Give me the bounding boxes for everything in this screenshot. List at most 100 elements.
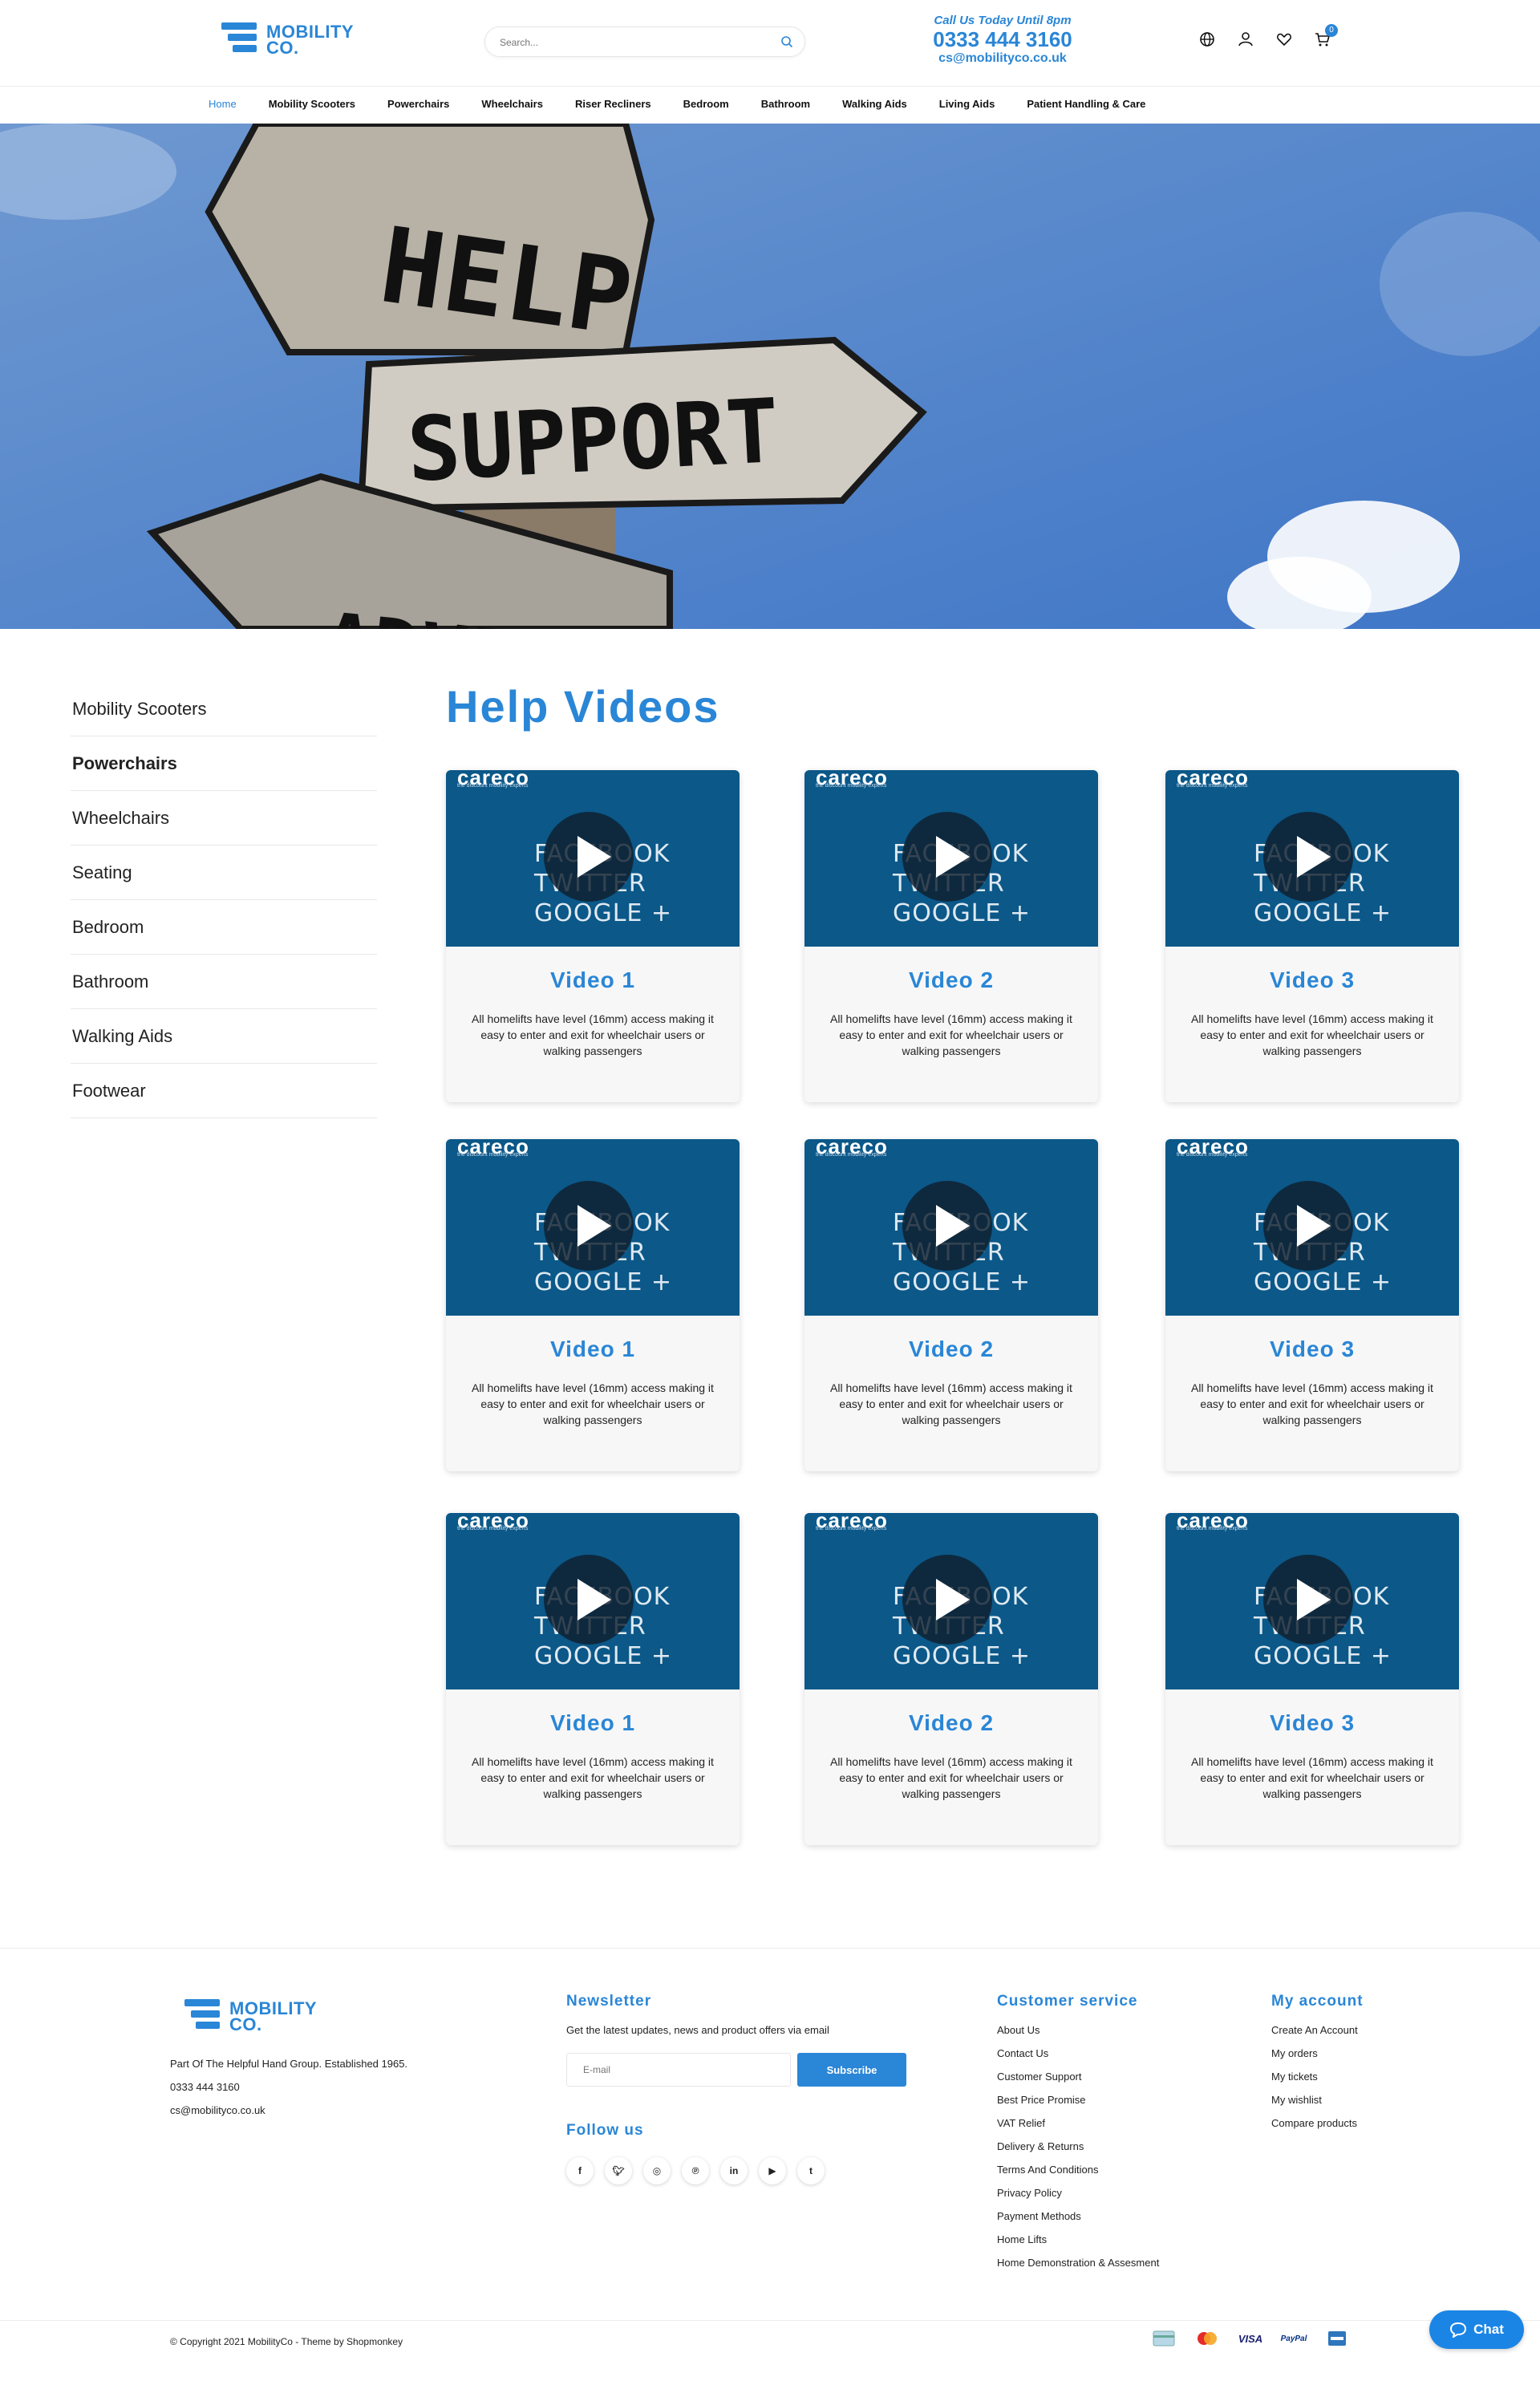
footer-link[interactable]: Best Price Promise <box>997 2088 1238 2111</box>
nav-item-bedroom[interactable]: Bedroom <box>667 98 745 110</box>
footer-link[interactable]: Privacy Policy <box>997 2181 1238 2205</box>
search-input[interactable] <box>500 34 764 51</box>
pinterest-icon[interactable]: ℗ <box>682 2157 709 2184</box>
nav-item-living-aids[interactable]: Living Aids <box>923 98 1011 110</box>
chat-button[interactable]: Chat <box>1429 2310 1524 2349</box>
nav-item-mobility-scooters[interactable]: Mobility Scooters <box>253 98 371 110</box>
bottom-divider <box>0 2320 1540 2321</box>
footer-link[interactable]: Payment Methods <box>997 2205 1238 2228</box>
nav-item-bathroom[interactable]: Bathroom <box>745 98 826 110</box>
nav-item-wheelchairs[interactable]: Wheelchairs <box>465 98 559 110</box>
sidebar-item-wheelchairs[interactable]: Wheelchairs <box>71 791 377 846</box>
linkedin-icon[interactable]: in <box>720 2157 748 2184</box>
newsletter-email-input[interactable] <box>566 2053 791 2087</box>
sidebar-item-powerchairs[interactable]: Powerchairs <box>71 736 377 791</box>
instagram-icon[interactable]: ◎ <box>643 2157 671 2184</box>
video-title[interactable]: Video 3 <box>1165 967 1459 993</box>
facebook-icon[interactable]: f <box>566 2157 594 2184</box>
video-thumbnail[interactable]: carecothe discount mobility expertsFACEB… <box>446 770 740 947</box>
video-card: carecothe discount mobility expertsFACEB… <box>1165 1139 1459 1471</box>
video-thumbnail[interactable]: carecothe discount mobility expertsFACEB… <box>804 770 1098 947</box>
globe-icon[interactable] <box>1198 30 1216 48</box>
nav-item-home[interactable]: Home <box>192 98 253 110</box>
site-logo[interactable]: MOBILITY CO. <box>221 22 354 58</box>
video-card: carecothe discount mobility expertsFACEB… <box>446 1139 740 1471</box>
contact-email[interactable]: cs@mobilityco.co.uk <box>905 51 1100 66</box>
footer-newsletter-column: Newsletter Get the latest updates, news … <box>566 1993 919 2184</box>
video-title[interactable]: Video 2 <box>804 1337 1098 1362</box>
nav-item-patient-handling[interactable]: Patient Handling & Care <box>1011 98 1161 110</box>
video-card: carecothe discount mobility expertsFACEB… <box>1165 770 1459 1102</box>
video-title[interactable]: Video 3 <box>1165 1710 1459 1736</box>
search-icon[interactable] <box>780 35 793 48</box>
footer-link[interactable]: Contact Us <box>997 2042 1238 2065</box>
nav-item-walking-aids[interactable]: Walking Aids <box>826 98 923 110</box>
footer-about: Part Of The Helpful Hand Group. Establis… <box>170 2058 408 2070</box>
thumb-brand-sub: the discount mobility experts <box>457 783 529 789</box>
footer-link[interactable]: VAT Relief <box>997 2111 1238 2135</box>
video-thumbnail[interactable]: carecothe discount mobility expertsFACEB… <box>446 1513 740 1689</box>
sidebar-item-seating[interactable]: Seating <box>71 846 377 900</box>
sidebar-item-mobility-scooters[interactable]: Mobility Scooters <box>71 682 377 736</box>
footer-email[interactable]: cs@mobilityco.co.uk <box>170 2099 459 2122</box>
play-icon[interactable] <box>1263 1555 1353 1645</box>
video-title[interactable]: Video 3 <box>1165 1337 1459 1362</box>
nav-item-riser-recliners[interactable]: Riser Recliners <box>559 98 667 110</box>
youtube-icon[interactable]: ▶ <box>759 2157 786 2184</box>
video-title[interactable]: Video 1 <box>446 1337 740 1362</box>
sidebar-item-bedroom[interactable]: Bedroom <box>71 900 377 955</box>
video-thumbnail[interactable]: carecothe discount mobility expertsFACEB… <box>446 1139 740 1316</box>
sidebar-item-bathroom[interactable]: Bathroom <box>71 955 377 1009</box>
footer-link[interactable]: Delivery & Returns <box>997 2135 1238 2158</box>
video-card: carecothe discount mobility expertsFACEB… <box>804 1139 1098 1471</box>
play-icon[interactable] <box>902 1181 992 1271</box>
user-icon[interactable] <box>1237 30 1254 48</box>
page-title: Help Videos <box>446 681 720 732</box>
video-thumbnail[interactable]: carecothe discount mobility expertsFACEB… <box>1165 1139 1459 1316</box>
video-thumbnail[interactable]: carecothe discount mobility expertsFACEB… <box>1165 1513 1459 1689</box>
nav-item-powerchairs[interactable]: Powerchairs <box>371 98 465 110</box>
play-icon[interactable] <box>544 812 634 902</box>
footer-link[interactable]: Home Lifts <box>997 2228 1238 2251</box>
sidebar-item-footwear[interactable]: Footwear <box>71 1064 377 1118</box>
video-title[interactable]: Video 1 <box>446 1710 740 1736</box>
site-header: MOBILITY CO. Call Us Today Until 8pm 033… <box>0 0 1540 87</box>
video-thumbnail[interactable]: carecothe discount mobility expertsFACEB… <box>1165 770 1459 947</box>
video-title[interactable]: Video 2 <box>804 1710 1098 1736</box>
footer-link[interactable]: Customer Support <box>997 2065 1238 2088</box>
video-title[interactable]: Video 1 <box>446 967 740 993</box>
footer-phone[interactable]: 0333 444 3160 <box>170 2075 459 2099</box>
play-icon[interactable] <box>1263 812 1353 902</box>
video-title[interactable]: Video 2 <box>804 967 1098 993</box>
play-icon[interactable] <box>1263 1181 1353 1271</box>
video-thumbnail[interactable]: carecothe discount mobility expertsFACEB… <box>804 1139 1098 1316</box>
video-thumbnail[interactable]: carecothe discount mobility expertsFACEB… <box>804 1513 1098 1689</box>
footer-link[interactable]: My orders <box>1271 2042 1464 2065</box>
cart-icon[interactable]: 0 <box>1314 24 1338 48</box>
footer-link[interactable]: My tickets <box>1271 2065 1464 2088</box>
cart-count-badge: 0 <box>1325 24 1338 37</box>
play-icon[interactable] <box>902 1555 992 1645</box>
sidebar-item-walking-aids[interactable]: Walking Aids <box>71 1009 377 1064</box>
play-icon[interactable] <box>544 1181 634 1271</box>
footer-link[interactable]: Home Demonstration & Assesment <box>997 2251 1238 2274</box>
logo-mark-icon <box>221 22 260 58</box>
footer-logo[interactable]: MOBILITY CO. <box>184 1999 473 2034</box>
subscribe-button[interactable]: Subscribe <box>797 2053 906 2087</box>
play-icon[interactable] <box>902 812 992 902</box>
paypal-icon: PayPal <box>1280 2334 1307 2343</box>
footer-link[interactable]: Create An Account <box>1271 2018 1464 2042</box>
footer-link[interactable]: About Us <box>997 2018 1238 2042</box>
footer-link[interactable]: Compare products <box>1271 2111 1464 2135</box>
footer-link[interactable]: Terms And Conditions <box>997 2158 1238 2181</box>
search-box[interactable] <box>484 26 805 57</box>
tumblr-icon[interactable]: t <box>797 2157 825 2184</box>
footer-link[interactable]: My wishlist <box>1271 2088 1464 2111</box>
play-icon[interactable] <box>544 1555 634 1645</box>
customer-service-links: About Us Contact Us Customer Support Best P… <box>997 2018 1238 2274</box>
twitter-icon[interactable]: 🐦︎ <box>605 2157 632 2184</box>
video-description: All homelifts have level (16mm) access m… <box>830 1381 1072 1426</box>
heart-icon[interactable] <box>1275 30 1293 48</box>
visa-icon: VISA <box>1238 2332 1263 2345</box>
contact-phone[interactable]: 0333 444 3160 <box>905 27 1100 51</box>
